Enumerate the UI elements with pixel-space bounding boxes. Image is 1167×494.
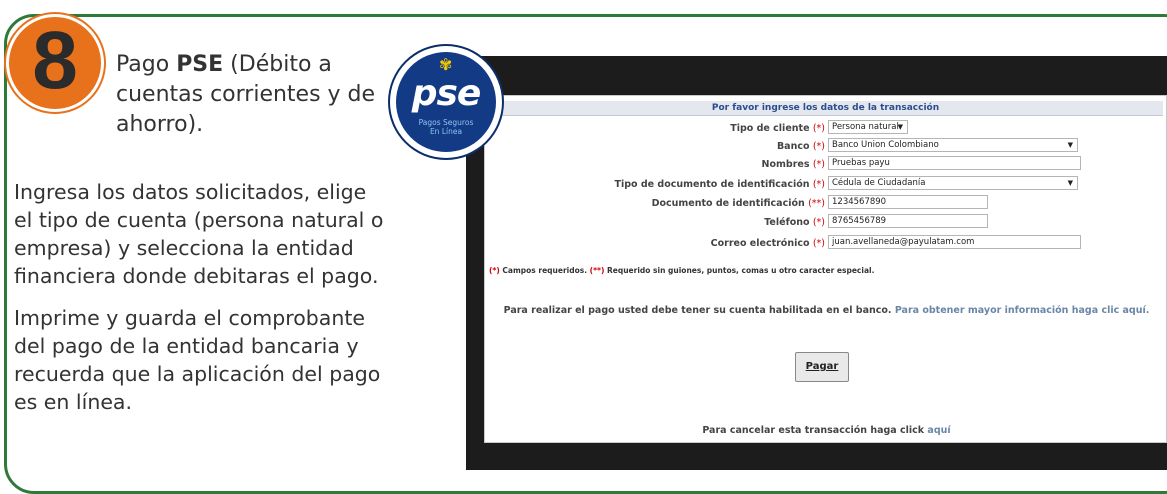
info-message: Para realizar el pago usted debe tener s… <box>503 305 892 316</box>
doc-type-row: Tipo de documento de identificación (*) … <box>485 176 1167 192</box>
instructions-paragraph-1: Ingresa los datos solicitados, elige el … <box>14 180 384 288</box>
phone-row: Teléfono (*) 8765456789 <box>485 214 1167 230</box>
client-type-row: Tipo de cliente (*) Persona natural ▼ <box>485 120 1167 136</box>
instructions-paragraph-2: Imprime y guarda el comprobante del pago… <box>14 306 381 414</box>
pse-form-page: Por favor ingrese los datos de la transa… <box>484 95 1167 443</box>
instructions: Ingresa los datos solicitados, elige el … <box>14 178 384 430</box>
required-fields-note: (*) Campos requeridos. (**) Requerido si… <box>489 266 875 275</box>
pse-logo: ✾ pse Pagos Seguros En Línea <box>390 46 502 158</box>
doc-number-row: Documento de identificación (**) 1234567… <box>485 195 1167 211</box>
step-title-prefix: Pago <box>116 52 177 77</box>
info-link[interactable]: Para obtener mayor información haga clic… <box>895 305 1150 316</box>
pse-logo-subtitle-1: Pagos Seguros <box>418 118 474 127</box>
bank-row: Banco (*) Banco Union Colombiano ▼ <box>485 138 1167 154</box>
phone-input[interactable]: 8765456789 <box>828 214 988 228</box>
pse-logo-subtitle-2: En Línea <box>429 127 463 136</box>
doc-number-input[interactable]: 1234567890 <box>828 195 988 209</box>
pse-logo-subtitle: Pagos Seguros En Línea <box>396 118 496 136</box>
bank-select[interactable]: Banco Union Colombiano ▼ <box>828 138 1078 152</box>
step-title: Pago PSE (Débito a cuentas corrientes y … <box>116 50 396 140</box>
phone-label: Teléfono (*) <box>764 217 825 228</box>
names-row: Nombres (*) Pruebas payu <box>485 156 1167 172</box>
chevron-down-icon: ▼ <box>1067 141 1073 149</box>
client-type-select[interactable]: Persona natural ▼ <box>828 120 908 134</box>
names-input[interactable]: Pruebas payu <box>828 156 1081 170</box>
doc-number-label: Documento de identificación (**) <box>651 198 825 209</box>
email-label: Correo electrónico (*) <box>710 238 825 249</box>
email-input[interactable]: juan.avellaneda@payulatam.com <box>828 235 1081 249</box>
step-number-badge: 8 <box>6 14 104 112</box>
pse-logo-circle: ✾ pse Pagos Seguros En Línea <box>396 52 496 152</box>
form-header: Por favor ingrese los datos de la transa… <box>488 101 1163 116</box>
cancel-text: Para cancelar esta transacción haga clic… <box>702 425 951 436</box>
cancel-link[interactable]: aquí <box>927 425 950 436</box>
client-type-label: Tipo de cliente (*) <box>730 123 825 134</box>
pse-logo-word: pse <box>411 73 482 114</box>
bank-label: Banco (*) <box>776 141 825 152</box>
names-label: Nombres (*) <box>761 159 825 170</box>
doc-type-select[interactable]: Cédula de Ciudadanía ▼ <box>828 176 1078 190</box>
email-row: Correo electrónico (*) juan.avellaneda@p… <box>485 235 1167 251</box>
chevron-down-icon: ▼ <box>897 123 903 131</box>
doc-type-label: Tipo de documento de identificación (*) <box>614 179 825 190</box>
flower-icon: ✾ <box>439 57 453 74</box>
pay-button[interactable]: Pagar <box>795 352 849 382</box>
step-number: 8 <box>32 15 78 106</box>
chevron-down-icon: ▼ <box>1067 179 1073 187</box>
info-text: Para realizar el pago usted debe tener s… <box>485 305 1167 316</box>
step-title-bold: PSE <box>176 52 224 77</box>
